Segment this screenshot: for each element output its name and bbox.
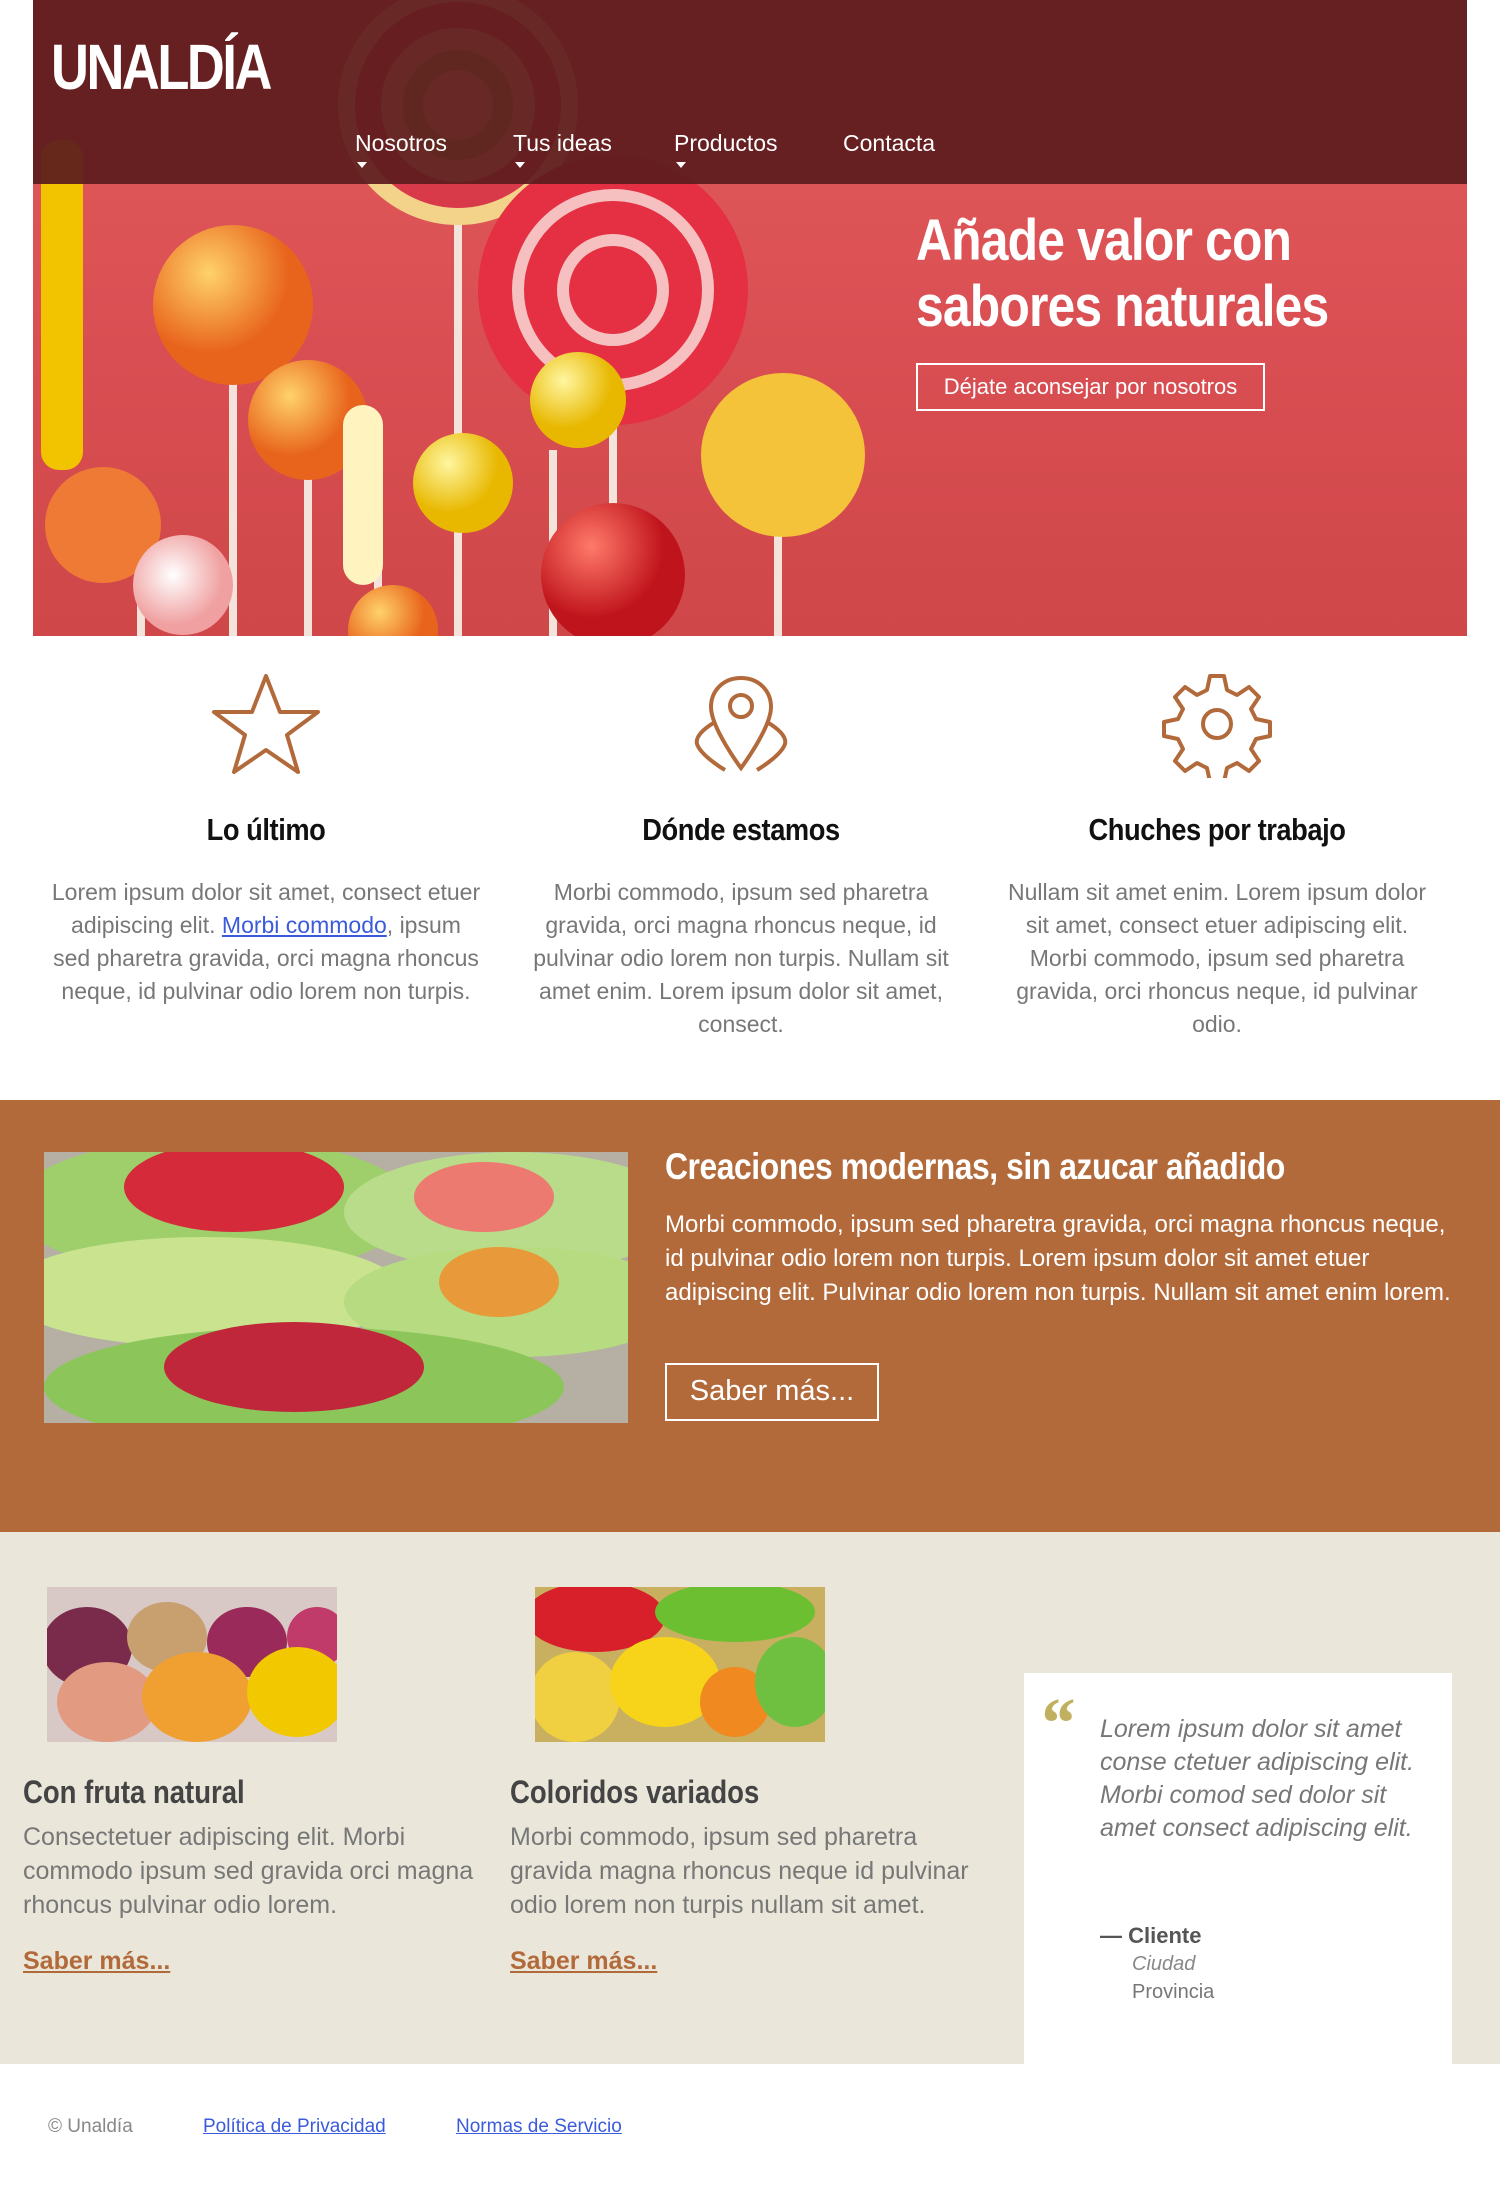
melon-candy-image [44, 1152, 628, 1423]
feature-jobs: Chuches por trabajo Nullam sit amet enim… [997, 670, 1437, 1041]
feature-text: Morbi commodo, ipsum sed pharetra gravid… [533, 879, 949, 1037]
testimonial-text: Lorem ipsum dolor sit amet conse ctetuer… [1100, 1715, 1415, 1842]
privacy-policy-link[interactable]: Política de Privacidad [203, 2116, 386, 2138]
caret-down-icon [676, 162, 686, 168]
nav-label: Contacta [843, 130, 936, 156]
caret-down-icon [357, 162, 367, 168]
feature-title: Chuches por trabajo [1088, 812, 1346, 847]
terms-of-service-link[interactable]: Normas de Servicio [456, 2116, 622, 2138]
jelly-candies-image [535, 1587, 825, 1742]
nav-item-tus-ideas[interactable]: Tus ideas [513, 130, 612, 168]
testimonial-province: Provincia [1132, 1981, 1215, 2003]
testimonial-city: Ciudad [1132, 1953, 1196, 1975]
promo-title: Creaciones modernas, sin azucar añadido [665, 1146, 1285, 1187]
feature-location: Dónde estamos Morbi commodo, ipsum sed p… [521, 670, 961, 1041]
feature-latest: Lo último Lorem ipsum dolor sit amet, co… [46, 670, 486, 1008]
card-more-link[interactable]: Saber más... [510, 1947, 657, 1976]
logo[interactable]: UNALDÍA [51, 30, 272, 104]
feature-text: Lorem ipsum dolor sit amet, consect etue… [51, 879, 481, 1004]
promo-section: Creaciones modernas, sin azucar añadido … [0, 1100, 1500, 1532]
advice-button[interactable]: Déjate aconsejar por nosotros [916, 363, 1265, 411]
testimonial-card: “ Lorem ipsum dolor sit amet conse ctetu… [1024, 1673, 1452, 2064]
top-navigation-bar: UNALDÍA Nosotros Tus ideas Productos Con… [33, 0, 1467, 184]
nav-label: Productos [674, 130, 778, 156]
card-text: Morbi commodo, ipsum sed pharetra gravid… [510, 1823, 969, 1919]
feature-title: Lo último [206, 812, 326, 847]
hero-title-line2: sabores naturales [916, 274, 1329, 339]
products-section: Con fruta natural Consectetuer adipiscin… [0, 1532, 1500, 2064]
promo-more-button[interactable]: Saber más... [665, 1363, 879, 1421]
caret-down-icon [515, 162, 525, 168]
card-title: Coloridos variados [510, 1774, 760, 1810]
quote-icon: “ [1038, 1683, 1074, 1763]
promo-text: Morbi commodo, ipsum sed pharetra gravid… [665, 1211, 1451, 1306]
star-icon [212, 674, 320, 774]
morbi-commodo-link[interactable]: Morbi commodo [222, 912, 387, 938]
nav-item-productos[interactable]: Productos [674, 130, 778, 168]
nav-item-nosotros[interactable]: Nosotros [355, 130, 448, 168]
testimonial-author: — Cliente [1100, 1923, 1202, 1948]
card-more-link[interactable]: Saber más... [23, 1947, 170, 1976]
gear-icon [1162, 674, 1272, 778]
card-text: Consectetuer adipiscing elit. Morbi comm… [23, 1823, 474, 1919]
nav-item-contacta[interactable]: Contacta [843, 130, 935, 157]
card-title: Con fruta natural [23, 1774, 245, 1810]
hero-title: Añade valor con sabores naturales [916, 208, 1363, 340]
copyright: © Unaldía [48, 2116, 133, 2137]
feature-title: Dónde estamos [642, 812, 840, 847]
nav-label: Nosotros [355, 130, 448, 156]
nav-label: Tus ideas [513, 130, 612, 156]
gumdrops-image [47, 1587, 337, 1742]
hero-banner: UNALDÍA Nosotros Tus ideas Productos Con… [33, 0, 1467, 636]
map-pin-icon [694, 675, 788, 772]
hero-title-line1: Añade valor con [916, 208, 1292, 273]
feature-text: Nullam sit amet enim. Lorem ipsum dolor … [1008, 879, 1426, 1037]
